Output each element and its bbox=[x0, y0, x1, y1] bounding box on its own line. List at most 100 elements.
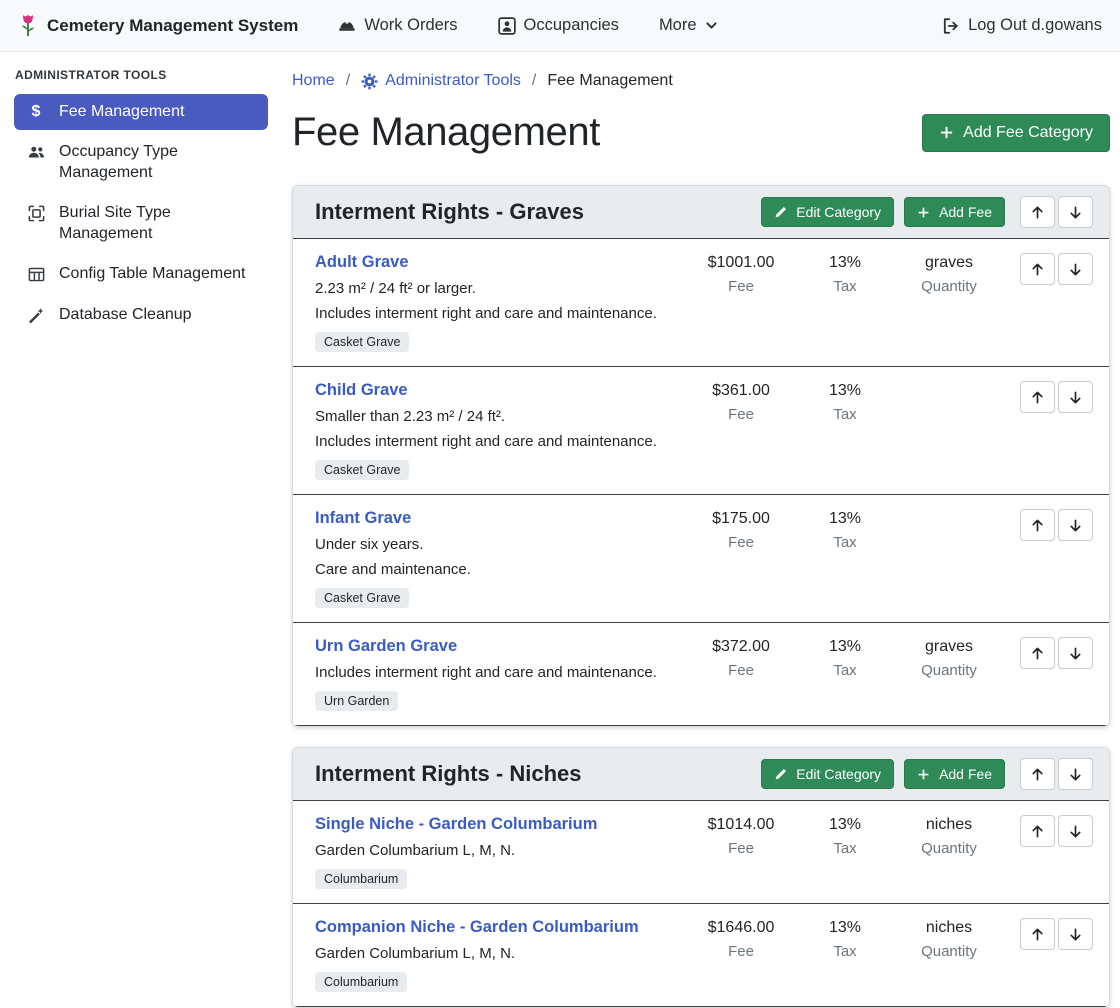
move-fee-down-button[interactable] bbox=[1058, 509, 1093, 541]
move-fee-down-button[interactable] bbox=[1058, 918, 1093, 950]
fee-row: Infant Grave Under six years. Care and m… bbox=[293, 495, 1109, 623]
arrow-up-icon bbox=[1030, 767, 1045, 782]
logout-link[interactable]: Log Out d.gowans bbox=[942, 16, 1102, 35]
fee-amount: $361.00 bbox=[689, 382, 793, 400]
fee-amount-column: $361.00 Fee bbox=[689, 381, 793, 423]
plus-icon bbox=[917, 206, 930, 219]
fee-name-link[interactable]: Infant Grave bbox=[315, 509, 411, 528]
fee-details: Single Niche - Garden Columbarium Garden… bbox=[315, 815, 689, 889]
edit-category-button[interactable]: Edit Category bbox=[761, 197, 894, 227]
nav-work-orders[interactable]: Work Orders bbox=[338, 16, 457, 35]
arrow-up-icon bbox=[1030, 927, 1045, 942]
quantity-column: niches Quantity bbox=[897, 918, 1001, 960]
breadcrumb-admin-tools[interactable]: Administrator Tools bbox=[361, 72, 521, 90]
category-title: Interment Rights - Graves bbox=[315, 199, 584, 225]
app-brand[interactable]: Cemetery Management System bbox=[18, 13, 298, 39]
tax-label: Tax bbox=[793, 534, 897, 551]
sidebar-item-occupancy-type[interactable]: Occupancy Type Management bbox=[14, 134, 268, 191]
sidebar-item-label: Occupancy Type Management bbox=[59, 142, 256, 183]
move-category-down-button[interactable] bbox=[1058, 758, 1093, 790]
nav-more[interactable]: More bbox=[659, 16, 718, 35]
navbar-right: Log Out d.gowans bbox=[942, 16, 1102, 35]
arrow-down-icon bbox=[1068, 927, 1083, 942]
arrow-down-icon bbox=[1068, 767, 1083, 782]
fee-details: Urn Garden Grave Includes interment righ… bbox=[315, 637, 689, 711]
nav-occupancies-label: Occupancies bbox=[524, 16, 619, 35]
tax-value: 13% bbox=[793, 254, 897, 272]
edit-category-label: Edit Category bbox=[796, 204, 881, 220]
edit-category-label: Edit Category bbox=[796, 766, 881, 782]
fee-amount: $175.00 bbox=[689, 510, 793, 528]
fee-description: Smaller than 2.23 m² / 24 ft². bbox=[315, 408, 681, 425]
move-fee-up-button[interactable] bbox=[1020, 509, 1055, 541]
breadcrumb: Home / Administrator bbox=[292, 72, 1110, 90]
arrow-down-icon bbox=[1068, 262, 1083, 277]
fee-category-card: Interment Rights - Graves Edit Category … bbox=[292, 185, 1110, 727]
sidebar-item-burial-site-type[interactable]: Burial Site Type Management bbox=[14, 195, 268, 252]
fee-details: Adult Grave 2.23 m² / 24 ft² or larger. … bbox=[315, 253, 689, 352]
fee-name-link[interactable]: Child Grave bbox=[315, 381, 408, 400]
move-fee-up-button[interactable] bbox=[1020, 637, 1055, 669]
breadcrumb-current: Fee Management bbox=[547, 72, 672, 90]
tax-value: 13% bbox=[793, 510, 897, 528]
quantity-column: niches Quantity bbox=[897, 815, 1001, 857]
fee-description: Includes interment right and care and ma… bbox=[315, 433, 681, 450]
fee-type-badge: Columbarium bbox=[315, 972, 407, 992]
edit-category-button[interactable]: Edit Category bbox=[761, 759, 894, 789]
move-fee-down-button[interactable] bbox=[1058, 815, 1093, 847]
arrow-up-icon bbox=[1030, 262, 1045, 277]
fee-name-link[interactable]: Urn Garden Grave bbox=[315, 637, 457, 656]
fee-name-link[interactable]: Adult Grave bbox=[315, 253, 409, 272]
move-fee-up-button[interactable] bbox=[1020, 253, 1055, 285]
fee-row: Companion Niche - Garden Columbarium Gar… bbox=[293, 904, 1109, 1007]
fee-name-link[interactable]: Single Niche - Garden Columbarium bbox=[315, 815, 597, 834]
table-icon bbox=[26, 266, 46, 283]
fee-description: Includes interment right and care and ma… bbox=[315, 664, 681, 681]
quantity-value: niches bbox=[897, 919, 1001, 937]
quantity-value: graves bbox=[897, 638, 1001, 656]
tax-column: 13% Tax bbox=[793, 253, 897, 295]
sidebar-item-database-cleanup[interactable]: Database Cleanup bbox=[14, 297, 268, 333]
gear-icon bbox=[361, 73, 378, 90]
add-fee-button[interactable]: Add Fee bbox=[904, 197, 1005, 227]
breadcrumb-separator: / bbox=[532, 72, 536, 90]
move-fee-up-button[interactable] bbox=[1020, 918, 1055, 950]
move-category-up-button[interactable] bbox=[1020, 758, 1055, 790]
arrow-up-icon bbox=[1030, 646, 1045, 661]
main-content: Home / Administrator bbox=[280, 52, 1120, 939]
quantity-value: graves bbox=[897, 254, 1001, 272]
arrow-up-icon bbox=[1030, 824, 1045, 839]
fee-details: Child Grave Smaller than 2.23 m² / 24 ft… bbox=[315, 381, 689, 480]
fee-amount-label: Fee bbox=[689, 943, 793, 960]
category-header: Interment Rights - Graves Edit Category … bbox=[293, 186, 1109, 239]
sidebar-item-fee-management[interactable]: $ Fee Management bbox=[14, 94, 268, 130]
move-category-up-button[interactable] bbox=[1020, 196, 1055, 228]
tax-value: 13% bbox=[793, 382, 897, 400]
fee-name-link[interactable]: Companion Niche - Garden Columbarium bbox=[315, 918, 639, 937]
fee-amount-column: $1014.00 Fee bbox=[689, 815, 793, 857]
move-fee-up-button[interactable] bbox=[1020, 381, 1055, 413]
move-fee-down-button[interactable] bbox=[1058, 253, 1093, 285]
nav-occupancies[interactable]: Occupancies bbox=[498, 16, 619, 35]
fee-description: Garden Columbarium L, M, N. bbox=[315, 842, 681, 859]
add-fee-label: Add Fee bbox=[939, 766, 992, 782]
fee-amount-column: $175.00 Fee bbox=[689, 509, 793, 551]
move-category-down-button[interactable] bbox=[1058, 196, 1093, 228]
magic-wand-icon bbox=[26, 307, 46, 324]
breadcrumb-home[interactable]: Home bbox=[292, 72, 335, 90]
add-fee-category-button[interactable]: Add Fee Category bbox=[922, 114, 1110, 152]
add-fee-button[interactable]: Add Fee bbox=[904, 759, 1005, 789]
move-fee-down-button[interactable] bbox=[1058, 637, 1093, 669]
move-fee-down-button[interactable] bbox=[1058, 381, 1093, 413]
people-icon bbox=[26, 144, 46, 160]
tax-label: Tax bbox=[793, 278, 897, 295]
sidebar-item-config-table[interactable]: Config Table Management bbox=[14, 256, 268, 292]
move-fee-up-button[interactable] bbox=[1020, 815, 1055, 847]
fee-amount-column: $372.00 Fee bbox=[689, 637, 793, 679]
arrow-up-icon bbox=[1030, 205, 1045, 220]
add-fee-category-label: Add Fee Category bbox=[963, 124, 1093, 142]
fee-row: Adult Grave 2.23 m² / 24 ft² or larger. … bbox=[293, 239, 1109, 367]
breadcrumb-admin-tools-label: Administrator Tools bbox=[385, 72, 521, 90]
quantity-label: Quantity bbox=[897, 840, 1001, 857]
tax-column: 13% Tax bbox=[793, 918, 897, 960]
